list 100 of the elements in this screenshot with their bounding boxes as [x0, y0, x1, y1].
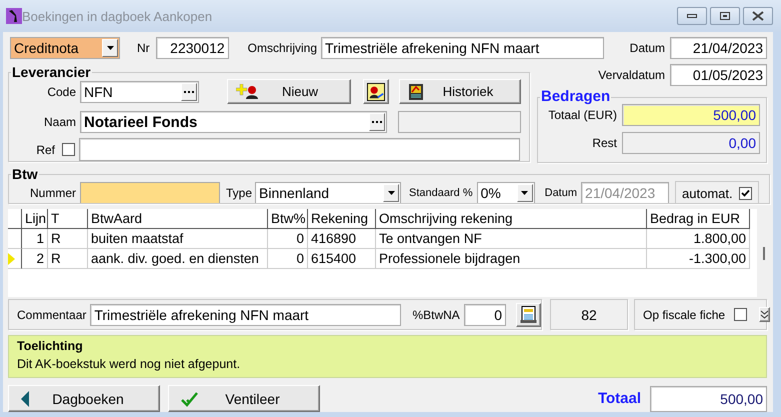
caret-icon [106, 46, 114, 50]
due-date-field[interactable]: 01/05/2023 [670, 64, 767, 86]
person-card-button[interactable] [363, 79, 389, 104]
table-cell: 0 [268, 229, 308, 249]
rest-field[interactable]: 0,00 [622, 132, 760, 154]
field-label: Totaal (EUR) [547, 108, 617, 122]
reference-field[interactable] [79, 138, 520, 161]
type-dropdown[interactable]: Binnenland [255, 182, 402, 203]
document-button[interactable] [516, 302, 541, 326]
column-header[interactable]: Omschrijving rekening [376, 209, 647, 229]
column-header[interactable]: T [48, 209, 88, 229]
browse-button[interactable] [181, 82, 197, 100]
date-field[interactable]: 21/04/2023 [670, 37, 767, 59]
column-header[interactable]: Rekening [308, 209, 376, 229]
table-cell: 615400 [308, 249, 376, 269]
dropdown-button[interactable] [383, 184, 400, 202]
percentage-field[interactable]: 0 [464, 304, 506, 326]
document-type-dropdown[interactable]: Creditnota [10, 37, 120, 59]
column-header[interactable]: BtwAard [88, 209, 268, 229]
count-label: 82 [550, 299, 628, 330]
table-cell: 0 [268, 249, 308, 269]
app-icon [6, 8, 22, 24]
field-label: Omschrijving [248, 41, 318, 55]
minimize-button[interactable] [677, 7, 707, 25]
notebook-icon [408, 84, 424, 100]
window-title: Boekingen in dagboek Aankopen [22, 8, 212, 24]
dropdown-button[interactable] [102, 39, 118, 57]
check-icon [181, 390, 198, 406]
row-header-cell [8, 209, 22, 229]
maximize-button[interactable] [710, 7, 740, 25]
column-header[interactable]: Btw% [268, 209, 308, 229]
browse-button[interactable] [369, 113, 385, 131]
row-header-cell[interactable] [8, 249, 22, 269]
number-field[interactable]: 2230012 [156, 37, 229, 59]
field-label: Type [226, 186, 252, 200]
checkbox[interactable] [62, 143, 75, 156]
table-cell: R [48, 249, 88, 269]
expand-button[interactable] [759, 307, 770, 322]
total-field[interactable]: 500,00 [622, 104, 760, 126]
field-label: Datum [630, 41, 665, 55]
table-cell: Professionele bijdragen [376, 249, 647, 269]
minimize-icon [687, 14, 697, 18]
new-button[interactable]: Nieuw [227, 79, 351, 104]
table-cell: R [48, 229, 88, 249]
description-field[interactable]: Trimestriële afrekening NFN maart [321, 37, 604, 59]
back-icon [21, 390, 29, 406]
add-person-icon [236, 84, 258, 99]
field-label: Datum [544, 187, 578, 199]
maximize-icon [720, 12, 730, 20]
checkbox-label: automat. [682, 186, 733, 200]
name-field[interactable]: Notarieel Fonds [80, 111, 387, 133]
back-button[interactable]: Dagboeken [8, 385, 160, 412]
table-cell: -1.300,00 [647, 249, 750, 269]
table-cell: 2 [22, 249, 48, 269]
document-icon [520, 306, 537, 324]
table-cell: 416890 [308, 229, 376, 249]
row-header-cell[interactable] [8, 229, 22, 249]
panel-title: Toelichting [17, 339, 84, 353]
info-text: Dit AK-boekstuk werd nog niet afgepunt. [17, 357, 242, 371]
vat-number-field[interactable] [80, 182, 220, 203]
comment-field[interactable]: Trimestriële afrekening NFN maart [90, 304, 402, 326]
checkbox[interactable] [734, 308, 748, 321]
column-header[interactable]: Lijn [22, 209, 48, 229]
field-label: Vervaldatum [598, 68, 665, 82]
field-label: Nr [137, 41, 150, 55]
column-header[interactable]: Bedrag in EUR [647, 209, 750, 229]
table-cell: 1 [22, 229, 48, 249]
group-title: Bedragen [540, 90, 612, 104]
table-cell: buiten maatstaf [88, 229, 268, 249]
check-icon [741, 189, 750, 197]
field-label: Naam [42, 115, 76, 129]
caret-icon [521, 191, 528, 195]
checkbox[interactable] [739, 186, 752, 200]
dropdown-button[interactable] [516, 184, 533, 202]
field-label: Ref [35, 142, 55, 156]
person-card-icon [367, 82, 385, 102]
table-cell: aank. div. goed. en diensten [88, 249, 268, 269]
caret-icon [388, 191, 395, 195]
total-field[interactable]: 500,00 [650, 386, 767, 412]
row-indicator-icon [8, 252, 15, 264]
checkbox-label: Op fiscale fiche [643, 308, 726, 322]
total-label: Totaal [598, 390, 641, 407]
field-label: Nummer [28, 186, 76, 200]
close-icon [752, 11, 764, 21]
group-title: Btw [11, 168, 39, 181]
close-button[interactable] [743, 7, 773, 25]
rate-dropdown[interactable]: 0% [476, 182, 535, 203]
group-title: Leverancier [11, 65, 92, 79]
history-button[interactable]: Historiek [399, 79, 521, 104]
field-label: Rest [591, 136, 617, 150]
scrollbar-thumb[interactable] [763, 247, 765, 260]
chevron-down-icon [760, 310, 770, 319]
field-label: Code [46, 84, 76, 98]
field-label: %BtwNA [412, 308, 460, 322]
table-cell: Te ontvangen NF [376, 229, 647, 249]
ventilate-button[interactable]: Ventileer [168, 385, 320, 412]
field-label: Commentaar [17, 308, 86, 322]
field-label: Standaard % [409, 187, 473, 199]
code-field[interactable]: NFN [80, 80, 199, 102]
table-cell: 1.800,00 [647, 229, 750, 249]
